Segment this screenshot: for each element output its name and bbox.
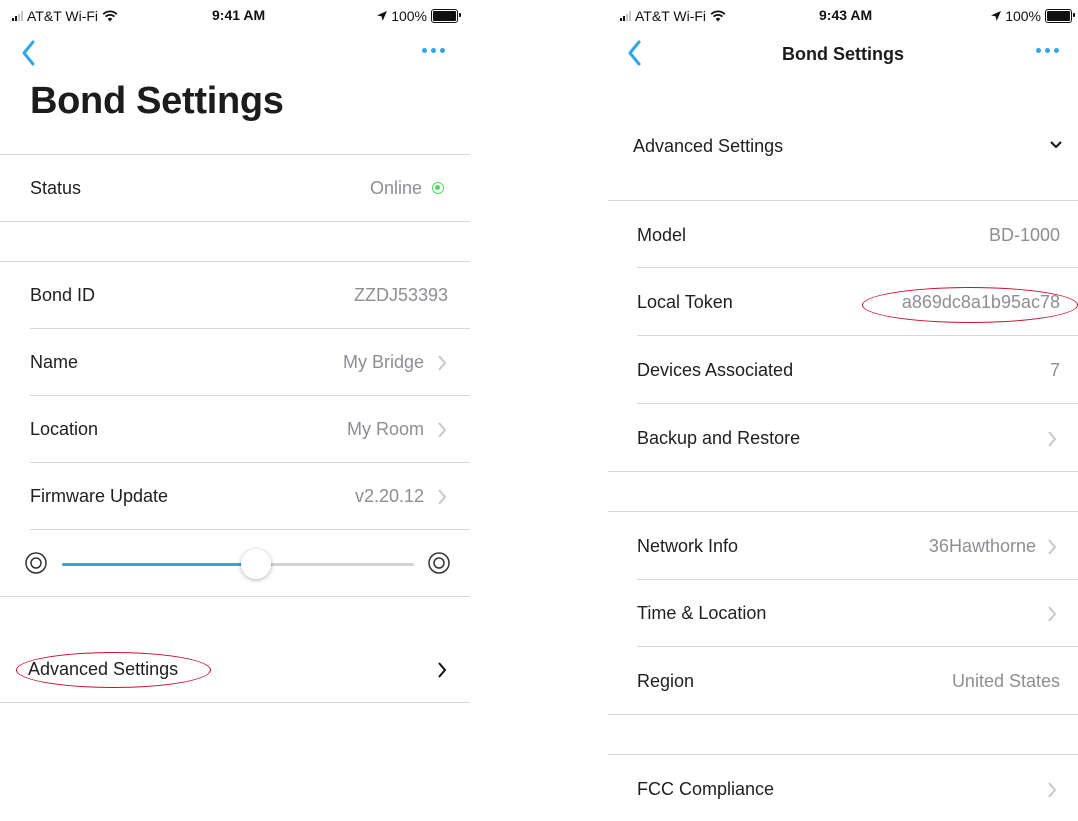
battery-group: 100% bbox=[991, 8, 1075, 24]
chevron-right-icon bbox=[438, 662, 447, 678]
divider bbox=[608, 754, 1078, 755]
row-value: United States bbox=[951, 671, 1060, 691]
divider bbox=[30, 462, 470, 463]
row-label: Status bbox=[30, 178, 82, 198]
wifi-icon bbox=[710, 10, 726, 22]
row-value: ZZDJ53393 bbox=[353, 285, 448, 305]
chevron-right-icon bbox=[438, 422, 447, 438]
back-button[interactable] bbox=[18, 38, 40, 68]
dimmer-low-icon bbox=[25, 552, 47, 574]
row-value: My Room bbox=[346, 419, 424, 439]
brightness-slider[interactable] bbox=[62, 549, 414, 579]
battery-icon bbox=[1045, 9, 1075, 23]
divider bbox=[0, 221, 470, 222]
status-bar: AT&T Wi-Fi 9:43 AM 100% bbox=[608, 0, 1078, 34]
divider bbox=[637, 267, 1078, 268]
chevron-right-icon bbox=[438, 355, 447, 371]
divider bbox=[0, 596, 470, 597]
row-label: Location bbox=[30, 419, 99, 439]
nav-bar bbox=[0, 34, 470, 74]
carrier-label: AT&T Wi-Fi bbox=[27, 8, 99, 24]
nav-bar: Bond Settings bbox=[608, 34, 1078, 74]
battery-label: 100% bbox=[1005, 8, 1041, 24]
divider bbox=[608, 511, 1078, 512]
row-label: Bond ID bbox=[30, 285, 96, 305]
wifi-icon bbox=[102, 10, 118, 22]
row-label: Backup and Restore bbox=[637, 428, 801, 448]
divider bbox=[608, 714, 1078, 715]
chevron-right-icon bbox=[1048, 431, 1057, 447]
left-screen: AT&T Wi-Fi 9:41 AM 100% Bond Settings St… bbox=[0, 0, 470, 821]
carrier-label: AT&T Wi-Fi bbox=[635, 8, 707, 24]
battery-icon bbox=[431, 9, 461, 23]
row-value: My Bridge bbox=[342, 352, 424, 372]
row-value: BD-1000 bbox=[988, 225, 1060, 245]
divider bbox=[0, 261, 470, 262]
chevron-right-icon bbox=[1048, 782, 1057, 798]
status-bar: AT&T Wi-Fi 9:41 AM 100% bbox=[0, 0, 470, 34]
row-value: v2.20.12 bbox=[354, 486, 424, 506]
battery-label: 100% bbox=[391, 8, 427, 24]
chevron-right-icon bbox=[1048, 539, 1057, 555]
divider bbox=[637, 335, 1078, 336]
divider bbox=[608, 200, 1078, 201]
carrier-group: AT&T Wi-Fi bbox=[12, 8, 118, 24]
row-label: Devices Associated bbox=[637, 360, 794, 380]
divider bbox=[30, 529, 470, 530]
page-title: Bond Settings bbox=[30, 80, 284, 122]
row-value: 7 bbox=[1049, 360, 1060, 380]
row-label: FCC Compliance bbox=[637, 779, 775, 799]
location-arrow-icon bbox=[991, 11, 1002, 21]
slider-fill bbox=[62, 563, 256, 566]
chevron-down-icon bbox=[1050, 141, 1062, 149]
divider bbox=[608, 471, 1078, 472]
more-button[interactable] bbox=[1036, 48, 1059, 53]
dimmer-high-icon bbox=[428, 552, 450, 574]
chevron-right-icon bbox=[438, 489, 447, 505]
battery-group: 100% bbox=[377, 8, 461, 24]
row-label: Name bbox=[30, 352, 79, 372]
divider bbox=[30, 395, 470, 396]
slider-thumb[interactable] bbox=[240, 549, 271, 579]
divider bbox=[0, 154, 470, 155]
divider bbox=[0, 702, 470, 703]
row-label: Advanced Settings bbox=[28, 659, 179, 679]
divider bbox=[637, 403, 1078, 404]
row-value: Online bbox=[369, 178, 422, 198]
divider bbox=[637, 579, 1078, 580]
clock: 9:43 AM bbox=[819, 7, 873, 23]
right-screen: AT&T Wi-Fi 9:43 AM 100% Bond Settings Ad… bbox=[608, 0, 1078, 821]
row-label: Firmware Update bbox=[30, 486, 169, 506]
divider bbox=[30, 328, 470, 329]
more-button[interactable] bbox=[422, 48, 445, 53]
divider bbox=[637, 646, 1078, 647]
row-value: 36Hawthorne bbox=[928, 536, 1036, 556]
clock: 9:41 AM bbox=[212, 7, 266, 23]
signal-icon bbox=[620, 11, 631, 21]
carrier-group: AT&T Wi-Fi bbox=[620, 8, 726, 24]
signal-icon bbox=[12, 11, 23, 21]
chevron-right-icon bbox=[1048, 606, 1057, 622]
section-header-label: Advanced Settings bbox=[633, 136, 784, 156]
online-status-icon bbox=[432, 182, 444, 194]
row-label: Region bbox=[637, 671, 695, 691]
location-arrow-icon bbox=[377, 11, 388, 21]
row-label: Local Token bbox=[637, 292, 733, 312]
nav-title: Bond Settings bbox=[782, 44, 904, 64]
row-value: a869dc8a1b95ac78 bbox=[901, 292, 1060, 312]
row-label: Time & Location bbox=[637, 603, 767, 623]
row-label: Network Info bbox=[637, 536, 739, 556]
row-label: Model bbox=[637, 225, 687, 245]
